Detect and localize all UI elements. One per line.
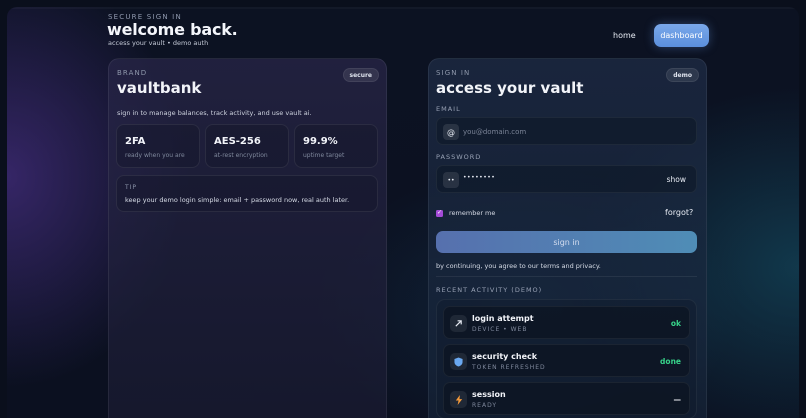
page-subtitle: access your vault • demo auth (108, 39, 209, 47)
brand-description: sign in to manage balances, track activi… (117, 109, 312, 117)
stat-card-uptime: 99.9% uptime target (294, 124, 378, 168)
page-title: welcome back. (107, 20, 238, 39)
remember-label: remember me (449, 209, 496, 217)
stat-card-encryption: AES-256 at-rest encryption (205, 124, 289, 168)
brand-eyebrow: BRAND (117, 69, 148, 77)
arrow-icon (450, 315, 467, 332)
list-item: session READY — (443, 382, 690, 415)
shield-icon (450, 353, 467, 370)
activity-list: login attempt DEVICE • WEB ok security c… (436, 299, 697, 418)
brand-card: BRAND secure vaultbank sign in to manage… (108, 58, 387, 418)
activity-sub: DEVICE • WEB (472, 326, 528, 333)
stat-value: 2FA (125, 136, 146, 147)
activity-title: security check (472, 352, 538, 361)
password-input[interactable]: •••••••• (463, 174, 663, 190)
list-item: login attempt DEVICE • WEB ok (443, 306, 690, 339)
remember-checkbox[interactable]: ✓ (436, 209, 443, 217)
bolt-icon (450, 391, 467, 408)
activity-title: login attempt (472, 314, 534, 323)
password-label: PASSWORD (436, 153, 482, 161)
remember-me[interactable]: ✓ remember me (436, 209, 495, 217)
activity-status: done (660, 357, 681, 366)
list-item: security check TOKEN REFRESHED done (443, 344, 690, 377)
nav-dashboard-button[interactable]: dashboard (654, 24, 709, 47)
stat-caption: at-rest encryption (214, 152, 268, 159)
secure-badge: secure (342, 68, 379, 82)
tip-label: TIP (125, 184, 138, 191)
at-icon: @ (443, 124, 459, 140)
stat-card-2fa: 2FA ready when you are (116, 124, 200, 168)
stat-caption: ready when you are (125, 152, 185, 159)
app-frame: SECURE SIGN IN welcome back. access your… (7, 7, 799, 418)
activity-label: RECENT ACTIVITY (DEMO) (436, 286, 543, 294)
signin-eyebrow: SIGN IN (436, 69, 471, 77)
stat-value: AES-256 (214, 136, 261, 147)
signin-card: SIGN IN demo access your vault EMAIL @ P… (428, 58, 707, 418)
signin-title: access your vault (436, 79, 584, 97)
nav-home-link[interactable]: home (613, 31, 636, 40)
stat-caption: uptime target (303, 152, 345, 159)
stat-value: 99.9% (303, 136, 338, 147)
tip-box: TIP keep your demo login simple: email +… (116, 175, 378, 212)
email-label: EMAIL (436, 105, 461, 113)
activity-status: ok (670, 319, 681, 328)
show-password-button[interactable]: show (667, 175, 686, 184)
email-field: @ (436, 117, 697, 145)
brand-name: vaultbank (117, 79, 202, 97)
activity-status: — (673, 395, 682, 404)
key-dots-icon: •• (443, 172, 459, 188)
password-field: •• •••••••• show (436, 165, 697, 193)
email-input[interactable] (463, 124, 663, 140)
top-edge (7, 7, 799, 9)
divider (436, 276, 697, 277)
activity-sub: TOKEN REFRESHED (472, 364, 546, 371)
tip-text: keep your demo login simple: email + pas… (125, 196, 350, 204)
activity-title: session (472, 390, 506, 399)
forgot-link[interactable]: forgot? (665, 208, 693, 217)
activity-sub: READY (472, 402, 498, 409)
signin-button[interactable]: sign in (436, 231, 697, 253)
terms-text: by continuing, you agree to our terms an… (436, 262, 601, 270)
demo-badge: demo (666, 68, 699, 82)
